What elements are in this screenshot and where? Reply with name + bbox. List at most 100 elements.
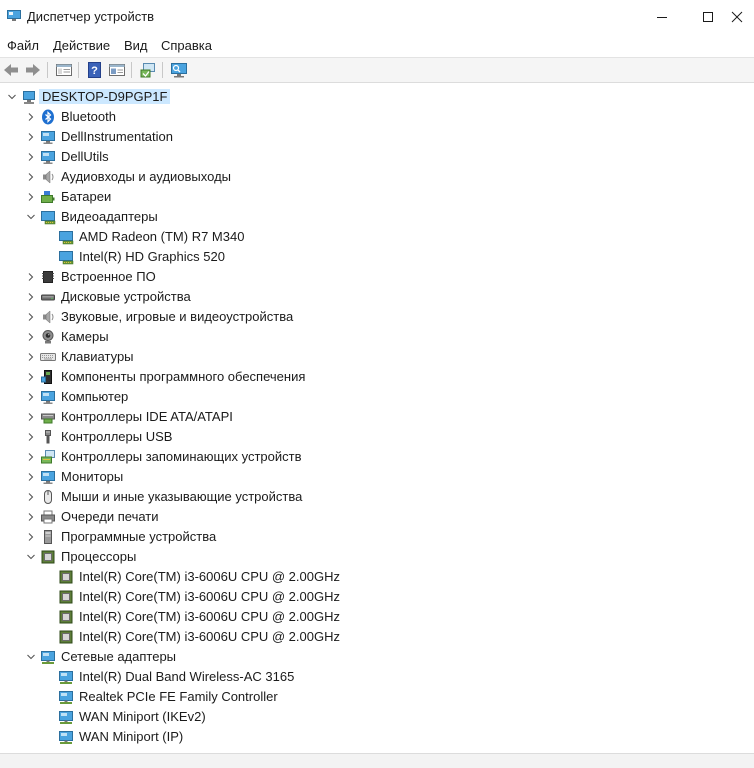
help-icon[interactable]: ?	[86, 61, 104, 79]
chevron-right-icon[interactable]	[25, 411, 37, 423]
chevron-right-icon[interactable]	[25, 531, 37, 543]
device-category-node[interactable]: Встроенное ПО	[0, 267, 754, 287]
menu-view[interactable]: Вид	[124, 38, 148, 53]
chevron-right-icon[interactable]	[25, 311, 37, 323]
chevron-right-icon[interactable]	[25, 111, 37, 123]
device-category-node[interactable]: Клавиатуры	[0, 347, 754, 367]
device-category-node[interactable]: Bluetooth	[0, 107, 754, 127]
device-node[interactable]: Intel(R) Core(TM) i3-6006U CPU @ 2.00GHz	[0, 567, 754, 587]
device-category-node[interactable]: Дисковые устройства	[0, 287, 754, 307]
chevron-right-icon[interactable]	[25, 151, 37, 163]
disk-icon	[41, 294, 55, 301]
tree-item-label: WAN Miniport (IP)	[79, 729, 184, 744]
menu-file[interactable]: Файл	[7, 38, 39, 53]
device-node[interactable]: WAN Miniport (IKEv2)	[0, 707, 754, 727]
chevron-right-icon[interactable]	[25, 331, 37, 343]
device-manager-icon	[7, 10, 21, 21]
menu-help[interactable]: Справка	[161, 38, 212, 53]
device-node[interactable]: AMD Radeon (TM) R7 M340	[0, 227, 754, 247]
device-category-node[interactable]: Очереди печати	[0, 507, 754, 527]
display-adapter-icon	[59, 251, 74, 265]
properties-icon[interactable]	[108, 61, 126, 79]
chevron-right-icon[interactable]	[25, 431, 37, 443]
tree-item-label: Intel(R) Core(TM) i3-6006U CPU @ 2.00GHz	[79, 589, 340, 604]
minimize-button[interactable]	[639, 0, 685, 34]
back-icon[interactable]	[2, 61, 20, 79]
chevron-right-icon[interactable]	[25, 371, 37, 383]
title-bar[interactable]: Диспетчер устройств	[0, 0, 754, 34]
tree-item-label: Аудиовходы и аудиовыходы	[61, 169, 231, 184]
software-component-icon	[41, 370, 52, 384]
chevron-down-icon[interactable]	[25, 551, 37, 563]
chevron-right-icon[interactable]	[25, 131, 37, 143]
chevron-down-icon[interactable]	[6, 91, 18, 103]
tree-item-label: DellUtils	[61, 149, 109, 164]
chevron-right-icon[interactable]	[25, 511, 37, 523]
menu-action[interactable]: Действие	[53, 38, 110, 53]
tree-root-node[interactable]: DESKTOP-D9PGP1F	[0, 87, 754, 107]
maximize-icon	[703, 12, 713, 22]
device-category-node[interactable]: Мониторы	[0, 467, 754, 487]
close-button[interactable]	[731, 0, 754, 34]
software-device-icon	[44, 530, 52, 544]
chevron-down-icon[interactable]	[25, 651, 37, 663]
maximize-button[interactable]	[685, 0, 731, 34]
device-category-node[interactable]: Аудиовходы и аудиовыходы	[0, 167, 754, 187]
device-category-node[interactable]: DellUtils	[0, 147, 754, 167]
tree-item-label: Мыши и иные указывающие устройства	[61, 489, 303, 504]
device-category-node[interactable]: Компоненты программного обеспечения	[0, 367, 754, 387]
status-bar	[0, 753, 754, 768]
chevron-right-icon[interactable]	[25, 351, 37, 363]
tree-item-label: WAN Miniport (IKEv2)	[79, 709, 206, 724]
chevron-right-icon[interactable]	[25, 451, 37, 463]
usb-icon	[45, 430, 51, 444]
tree-item-label: AMD Radeon (TM) R7 M340	[79, 229, 245, 244]
device-category-node[interactable]: Сетевые адаптеры	[0, 647, 754, 667]
keyboard-icon	[40, 353, 56, 361]
device-node[interactable]: Intel(R) Core(TM) i3-6006U CPU @ 2.00GHz	[0, 607, 754, 627]
chevron-right-icon[interactable]	[25, 271, 37, 283]
display-adapter-icon	[59, 231, 74, 245]
computer-icon	[23, 91, 35, 104]
device-node[interactable]: Intel(R) Core(TM) i3-6006U CPU @ 2.00GHz	[0, 627, 754, 647]
update-driver-icon[interactable]	[139, 61, 157, 79]
device-node[interactable]: Intel(R) Dual Band Wireless-AC 3165	[0, 667, 754, 687]
menu-bar: Файл Действие Вид Справка	[0, 34, 754, 57]
device-node[interactable]: WAN Miniport (IP)	[0, 727, 754, 747]
device-category-node[interactable]: Видеоадаптеры	[0, 207, 754, 227]
properties-view-icon[interactable]	[55, 61, 73, 79]
device-category-node[interactable]: Контроллеры USB	[0, 427, 754, 447]
bluetooth-icon	[42, 109, 54, 125]
device-node[interactable]: Intel(R) HD Graphics 520	[0, 247, 754, 267]
display-adapter-icon	[41, 211, 56, 225]
device-category-node[interactable]: Мыши и иные указывающие устройства	[0, 487, 754, 507]
device-category-node[interactable]: Процессоры	[0, 547, 754, 567]
monitor-icon	[41, 131, 55, 144]
network-adapter-icon	[59, 691, 73, 704]
tree-item-label: Intel(R) Core(TM) i3-6006U CPU @ 2.00GHz	[79, 609, 340, 624]
device-category-node[interactable]: Контроллеры запоминающих устройств	[0, 447, 754, 467]
chevron-right-icon[interactable]	[25, 191, 37, 203]
device-category-node[interactable]: Камеры	[0, 327, 754, 347]
chevron-right-icon[interactable]	[25, 391, 37, 403]
forward-icon[interactable]	[24, 61, 42, 79]
device-category-node[interactable]: DellInstrumentation	[0, 127, 754, 147]
device-category-node[interactable]: Звуковые, игровые и видеоустройства	[0, 307, 754, 327]
processor-icon	[59, 630, 73, 644]
device-category-node[interactable]: Программные устройства	[0, 527, 754, 547]
monitor-scan-icon[interactable]	[170, 61, 188, 79]
device-category-node[interactable]: Батареи	[0, 187, 754, 207]
chevron-right-icon[interactable]	[25, 471, 37, 483]
device-category-node[interactable]: Компьютер	[0, 387, 754, 407]
device-node[interactable]: Intel(R) Core(TM) i3-6006U CPU @ 2.00GHz	[0, 587, 754, 607]
chevron-right-icon[interactable]	[25, 491, 37, 503]
device-node[interactable]: Realtek PCIe FE Family Controller	[0, 687, 754, 707]
device-tree[interactable]: DESKTOP-D9PGP1F Bluetooth DellInstrumentat…	[0, 87, 754, 753]
tree-item-label: Звуковые, игровые и видеоустройства	[61, 309, 294, 324]
chevron-down-icon[interactable]	[25, 211, 37, 223]
chevron-right-icon[interactable]	[25, 291, 37, 303]
device-category-node[interactable]: Контроллеры IDE ATA/ATAPI	[0, 407, 754, 427]
ide-controller-icon	[41, 413, 55, 424]
camera-icon	[42, 330, 54, 344]
chevron-right-icon[interactable]	[25, 171, 37, 183]
